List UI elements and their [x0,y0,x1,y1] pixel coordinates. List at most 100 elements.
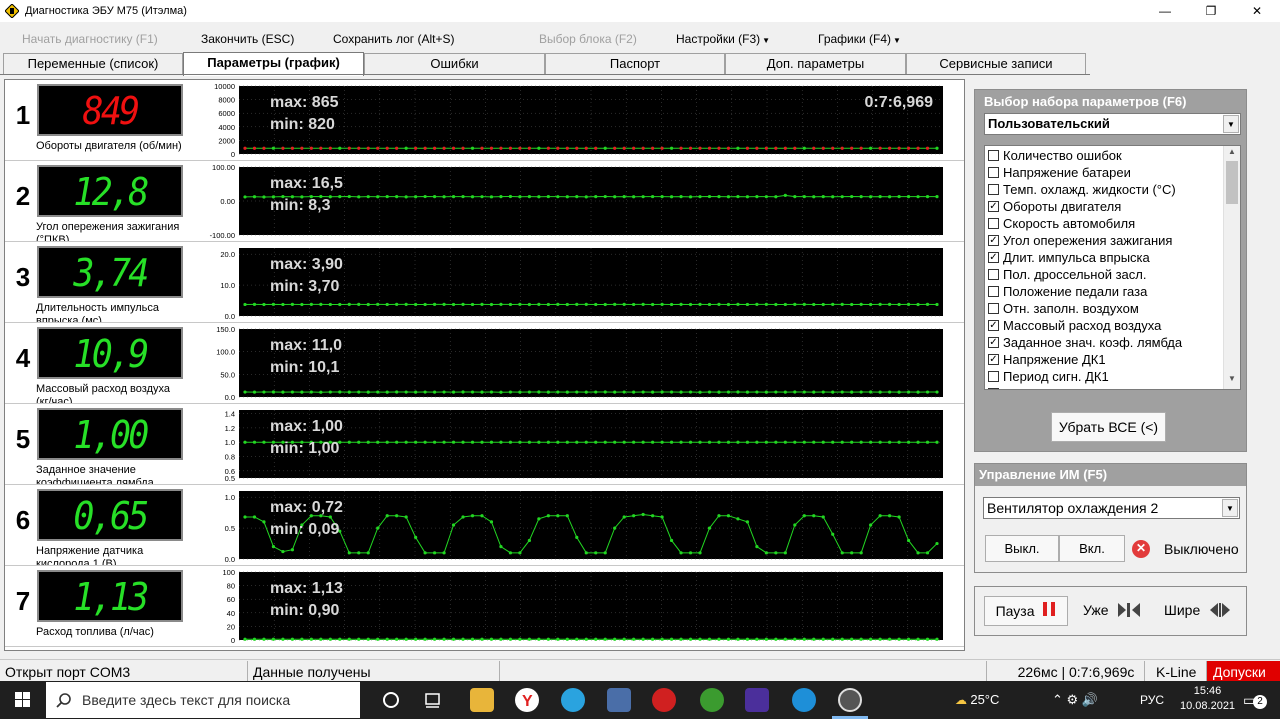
tab-service-records[interactable]: Сервисные записи [906,53,1086,75]
restore-button[interactable]: ❐ [1188,0,1234,22]
pause-button[interactable]: Пауза [984,596,1068,626]
data-point [252,195,257,199]
checkbox[interactable] [988,150,999,161]
checkbox[interactable] [988,388,999,389]
checkbox[interactable]: ✓ [988,354,999,365]
data-point [262,146,266,150]
checkbox[interactable] [988,218,999,229]
media-app-icon[interactable] [652,688,676,712]
cortana-icon[interactable] [378,688,404,712]
notifications-button[interactable]: ▭ 2 [1243,681,1267,719]
edge-icon[interactable] [792,688,816,712]
parameter-item-label: Количество ошибок [1003,148,1122,163]
parameter-list-item[interactable]: ✓ Угол опережения зажигания [988,232,1172,249]
narrow-button[interactable]: Уже [1083,602,1141,621]
parameter-list-item[interactable]: Напряжение батареи [988,164,1131,181]
scroll-down-icon[interactable]: ▼ [1224,374,1240,383]
data-point [698,302,702,306]
parameter-item-label: Длит. импульса впрыска [1003,250,1150,265]
taskbar-search[interactable]: Введите здесь текст для поиска [46,682,360,718]
telegram-icon[interactable] [561,688,585,712]
y-tick-label: 0.00 [220,197,235,206]
data-point [395,195,399,199]
data-point [432,637,437,641]
parameter-list-item[interactable]: ✓ Массовый расход воздуха [988,317,1161,334]
data-point [859,551,863,555]
checkbox[interactable] [988,167,999,178]
graphs-menu[interactable]: Графики (F4) ▼ [818,28,901,52]
parameter-set-select[interactable]: Пользовательский ▼ [984,113,1241,135]
actuator-off-button[interactable]: Выкл. [985,535,1059,562]
weather-widget[interactable]: ☁ 25°C [955,681,999,719]
finish-button[interactable]: Закончить (ESC) [201,28,294,50]
minimize-button[interactable]: — [1142,0,1188,22]
parameter-list-item[interactable]: ✓ Длит. импульса впрыска [988,249,1150,266]
parameter-list-scrollbar[interactable]: ▲ ▼ [1223,146,1240,389]
data-point [755,545,759,549]
checkbox[interactable]: ✓ [988,337,999,348]
choose-block-button[interactable]: Выбор блока (F2) [539,28,637,50]
tab-errors[interactable]: Ошибки [364,53,545,75]
save-log-button[interactable]: Сохранить лог (Alt+S) [333,28,455,50]
data-point [878,146,882,150]
parameter-list-item[interactable]: Положение педали газа [988,283,1147,300]
task-view-icon[interactable] [421,688,445,712]
file-explorer-icon[interactable] [470,688,494,712]
data-point [603,551,607,555]
checkbox[interactable] [988,286,999,297]
parameter-list-item[interactable]: Период сигн. ДК1 [988,368,1109,385]
clock[interactable]: 15:46 10.08.2021 [1180,684,1235,714]
parameter-list-item[interactable]: Скорость автомобиля [988,215,1135,232]
checkbox[interactable]: ✓ [988,201,999,212]
data-point [660,515,664,519]
tab-passport[interactable]: Паспорт [545,53,725,75]
yandex-browser-icon[interactable]: Y [515,688,539,712]
checkbox[interactable]: ✓ [988,320,999,331]
checkbox[interactable]: ✓ [988,252,999,263]
remove-all-button[interactable]: Убрать ВСЕ (<) [1051,412,1166,442]
checkbox[interactable] [988,371,999,382]
tab-variables-list[interactable]: Переменные (список) [3,53,183,75]
data-point [869,146,873,150]
parameter-list-item[interactable]: Напряжение ДК2 [988,385,1106,389]
chevron-down-icon[interactable]: ▼ [1222,499,1238,517]
scroll-thumb[interactable] [1226,161,1238,204]
checkbox[interactable] [988,303,999,314]
parameter-list-item[interactable]: ✓ Напряжение ДК1 [988,351,1106,368]
parameter-list-item[interactable]: ✓ Обороты двигателя [988,198,1121,215]
parameter-list-item[interactable]: ✓ Заданное знач. коэф. лямбда [988,334,1182,351]
language-indicator[interactable]: РУС [1140,681,1164,719]
parameter-list-item[interactable]: Количество ошибок [988,147,1122,164]
wider-button[interactable]: Шире [1164,602,1231,621]
plot-background [239,572,943,640]
actuator-on-button[interactable]: Вкл. [1059,535,1125,562]
data-point [925,551,930,555]
checkbox[interactable] [988,184,999,195]
tab-extra-params[interactable]: Доп. параметры [725,53,906,75]
utorrent-icon[interactable] [700,688,724,712]
parameter-list[interactable]: Напряжение ДК2 Период сигн. ДК1 ✓ Напряжени… [984,145,1241,390]
start-diagnostics-button[interactable]: Начать диагностику (F1) [22,28,158,50]
chevron-down-icon[interactable]: ▼ [1223,115,1239,133]
checkbox[interactable]: ✓ [988,235,999,246]
data-point [840,637,844,641]
row-number: 7 [15,586,31,616]
active-app-icon[interactable] [838,688,862,712]
settings-menu[interactable]: Настройки (F3) ▼ [676,28,770,52]
diagnostic-app-icon[interactable] [607,688,631,712]
limits-indicator[interactable]: Допуски [1207,661,1280,681]
stop-icon[interactable]: ✕ [1132,540,1150,558]
visual-studio-icon[interactable] [745,688,769,712]
parameter-list-item[interactable]: Темп. охлажд. жидкости (°C) [988,181,1176,198]
tray-icons[interactable]: ⌃ ⚙ 🔊 [1052,681,1098,719]
actuator-select[interactable]: Вентилятор охлаждения 2 ▼ [983,497,1240,519]
close-button[interactable]: ✕ [1234,0,1280,22]
tab-parameters-graph[interactable]: Параметры (график) [183,52,364,76]
data-point [793,390,797,394]
scroll-up-icon[interactable]: ▲ [1224,147,1240,156]
start-button[interactable] [0,681,46,719]
checkbox[interactable] [988,269,999,280]
parameter-list-item[interactable]: Пол. дроссельной засл. [988,266,1146,283]
actuator-state: Выключено [1164,541,1239,557]
parameter-list-item[interactable]: Отн. заполн. воздухом [988,300,1139,317]
